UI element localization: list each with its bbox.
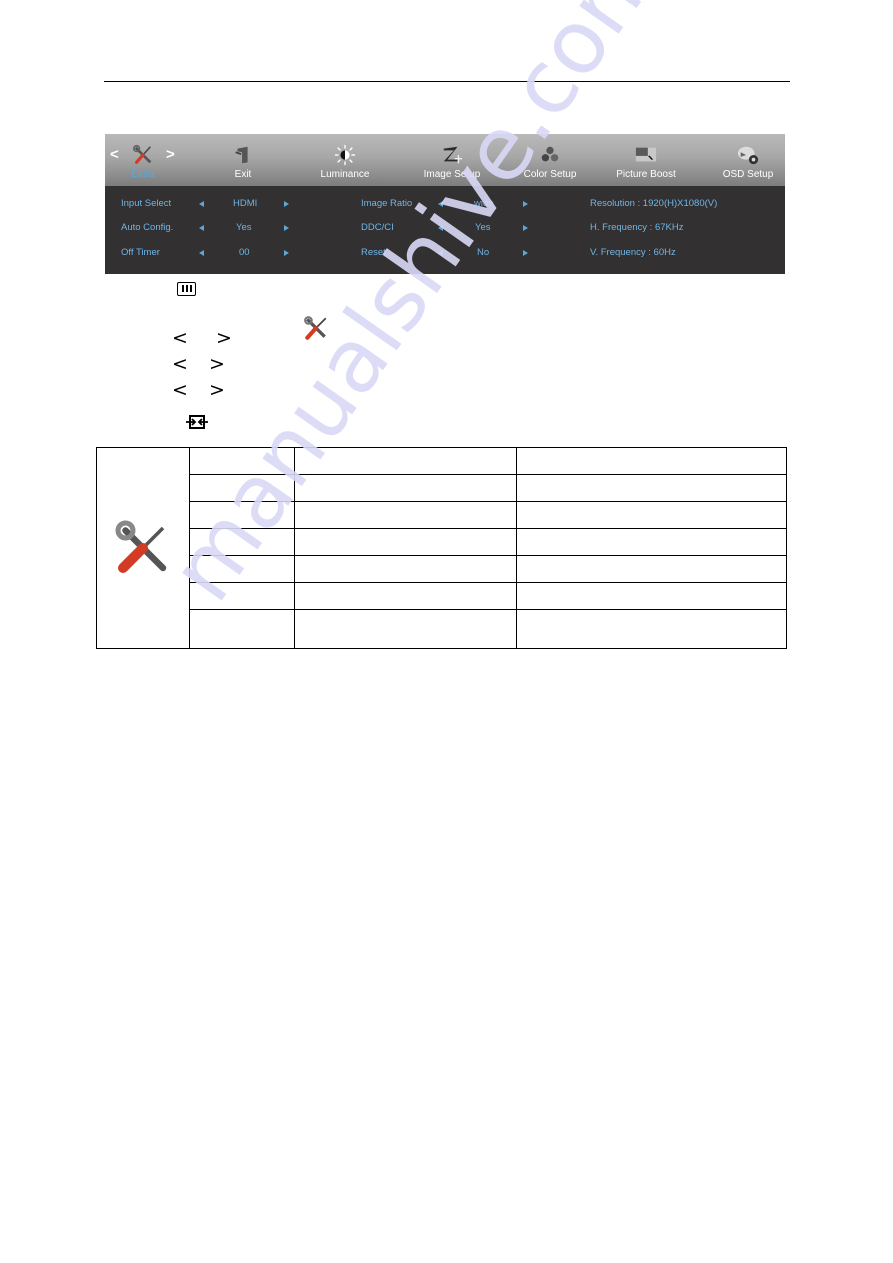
tab-exit[interactable]: Exit [213,134,273,186]
table-row [97,528,787,556]
increase-arrow-icon[interactable] [284,201,289,207]
setting-label: Auto Config. [121,222,174,233]
tab-picture-boost[interactable]: Picture Boost [608,134,684,186]
tab-label: Exit [234,169,252,180]
tab-label: Image Setup [423,169,481,180]
color-dots-icon [541,146,559,162]
decrease-arrow-icon[interactable] [438,201,443,207]
table-cell [294,528,517,556]
setting-label: DDC/CI [361,222,394,233]
table-cell [189,582,295,610]
right-key-icon: > [209,379,225,401]
table-cell [189,555,295,583]
setting-label: Reset [361,247,386,258]
tab-label: Luminance [320,169,370,180]
table-row [97,555,787,583]
table-cell [516,447,787,475]
tab-label: Picture Boost [616,169,676,180]
table-cell [516,528,787,556]
table-cell [294,555,517,583]
setting-label: Off Timer [121,247,160,258]
decrease-arrow-icon[interactable] [438,225,443,231]
tab-luminance[interactable]: Luminance [310,134,380,186]
table-cell [516,609,787,649]
extra-function-table [96,447,787,649]
table-cell [189,609,295,649]
table-cell [516,501,787,529]
setting-value: HDMI [233,198,258,209]
exit-icon [235,146,248,164]
tab-image-setup[interactable]: Image Setup [417,134,487,186]
source-auto-key-icon [186,415,208,429]
decrease-arrow-icon[interactable] [199,250,204,256]
increase-arrow-icon[interactable] [284,250,289,256]
v-frequency-readout: V. Frequency : 60Hz [590,247,676,258]
tab-label: Color Setup [523,169,577,180]
left-key-icon: < [172,379,188,401]
table-cell [189,474,295,502]
table-cell [189,447,295,475]
setting-value: Yes [236,222,252,233]
left-key-icon: < [172,353,188,375]
setting-value: wide [474,198,494,209]
osd-settings-panel: Input Select HDMI Auto Config. Yes Off T… [105,186,785,274]
table-icon-cell [96,447,190,649]
table-cell [294,582,517,610]
resolution-readout: Resolution : 1920(H)X1080(V) [590,198,718,209]
table-cell [516,555,787,583]
left-key-icon: < [172,327,188,349]
setting-label: Input Select [121,198,172,209]
tab-extra[interactable]: Extra [113,134,173,186]
setting-label: Image Ratio [361,198,413,209]
table-row [97,609,787,649]
setting-value: Yes [475,222,491,233]
table-row [97,582,787,610]
picture-boost-icon [635,147,657,162]
tab-label: OSD Setup [722,169,774,180]
table-cell [294,447,517,475]
sun-icon [334,144,356,166]
decrease-arrow-icon[interactable] [199,225,204,231]
h-frequency-readout: H. Frequency : 67KHz [590,222,684,233]
increase-arrow-icon[interactable] [523,201,528,207]
right-key-icon: > [209,353,225,375]
tools-icon [115,520,167,573]
osd-menu-screenshot: < > Extra Exit Luminance Image Setup Col… [105,134,785,274]
menu-key-icon [177,282,196,296]
increase-arrow-icon[interactable] [523,250,528,256]
tab-color-setup[interactable]: Color Setup [515,134,585,186]
increase-arrow-icon[interactable] [523,225,528,231]
header-rule [104,81,790,82]
table-cell [294,609,517,649]
tools-icon [304,316,327,340]
tools-icon [132,144,152,164]
right-key-icon: > [216,327,232,349]
table-cell [189,501,295,529]
decrease-arrow-icon[interactable] [438,250,443,256]
table-cell [294,474,517,502]
table-row [97,474,787,502]
table-cell [294,501,517,529]
increase-arrow-icon[interactable] [284,225,289,231]
setting-value: No [477,247,490,258]
decrease-arrow-icon[interactable] [199,201,204,207]
osd-setup-icon [737,146,759,165]
table-cell [516,582,787,610]
table-cell [516,474,787,502]
osd-tab-bar: < > Extra Exit Luminance Image Setup Col… [105,134,785,186]
image-setup-icon [443,146,463,164]
tab-label: Extra [131,169,155,180]
setting-value: 00 [239,247,250,258]
tab-osd-setup[interactable]: OSD Setup [713,134,783,186]
table-row [97,501,787,529]
table-cell [189,528,295,556]
